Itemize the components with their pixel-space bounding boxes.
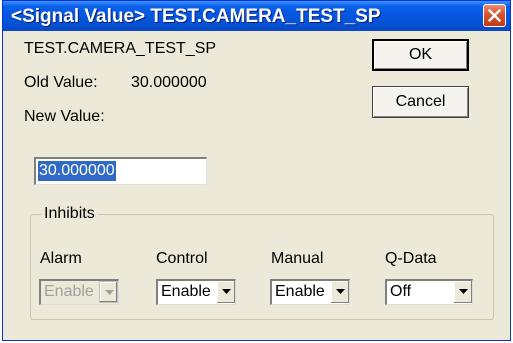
alarm-dropdown-button	[99, 281, 118, 303]
new-value-label: New Value:	[24, 108, 105, 125]
control-select[interactable]: Enable	[156, 279, 236, 305]
alarm-select: Enable	[39, 279, 119, 305]
control-dropdown-button[interactable]	[216, 281, 235, 303]
chevron-down-icon	[336, 289, 345, 294]
alarm-select-value: Enable	[44, 283, 94, 300]
chevron-down-icon	[222, 289, 231, 294]
manual-dropdown-button[interactable]	[330, 281, 349, 303]
q-data-dropdown-button[interactable]	[453, 281, 472, 303]
q-data-select-value: Off	[390, 283, 412, 300]
control-select-value: Enable	[161, 283, 211, 300]
ok-button[interactable]: OK	[372, 39, 469, 71]
window-title: <Signal Value> TEST.CAMERA_TEST_SP	[11, 6, 381, 27]
chevron-down-icon	[459, 289, 468, 294]
inhibits-group-title: Inhibits	[41, 205, 98, 223]
q-data-select[interactable]: Off	[385, 279, 473, 305]
old-value: 30.000000	[131, 74, 207, 91]
alarm-label: Alarm	[40, 250, 82, 267]
signal-name-label: TEST.CAMERA_TEST_SP	[24, 40, 217, 57]
old-value-label: Old Value:	[24, 74, 98, 91]
signal-value-dialog: <Signal Value> TEST.CAMERA_TEST_SP TEST.…	[2, 0, 511, 341]
new-value-text: 30.000000	[38, 161, 116, 181]
manual-select[interactable]: Enable	[270, 279, 350, 305]
manual-select-value: Enable	[275, 283, 325, 300]
q-data-label: Q-Data	[385, 250, 437, 267]
chevron-down-icon	[105, 290, 114, 295]
close-button[interactable]	[483, 4, 506, 27]
control-label: Control	[156, 250, 208, 267]
cancel-button[interactable]: Cancel	[372, 86, 469, 118]
close-icon	[488, 9, 501, 22]
manual-label: Manual	[271, 250, 324, 267]
title-bar[interactable]: <Signal Value> TEST.CAMERA_TEST_SP	[3, 1, 510, 31]
new-value-input[interactable]: 30.000000	[34, 157, 207, 185]
